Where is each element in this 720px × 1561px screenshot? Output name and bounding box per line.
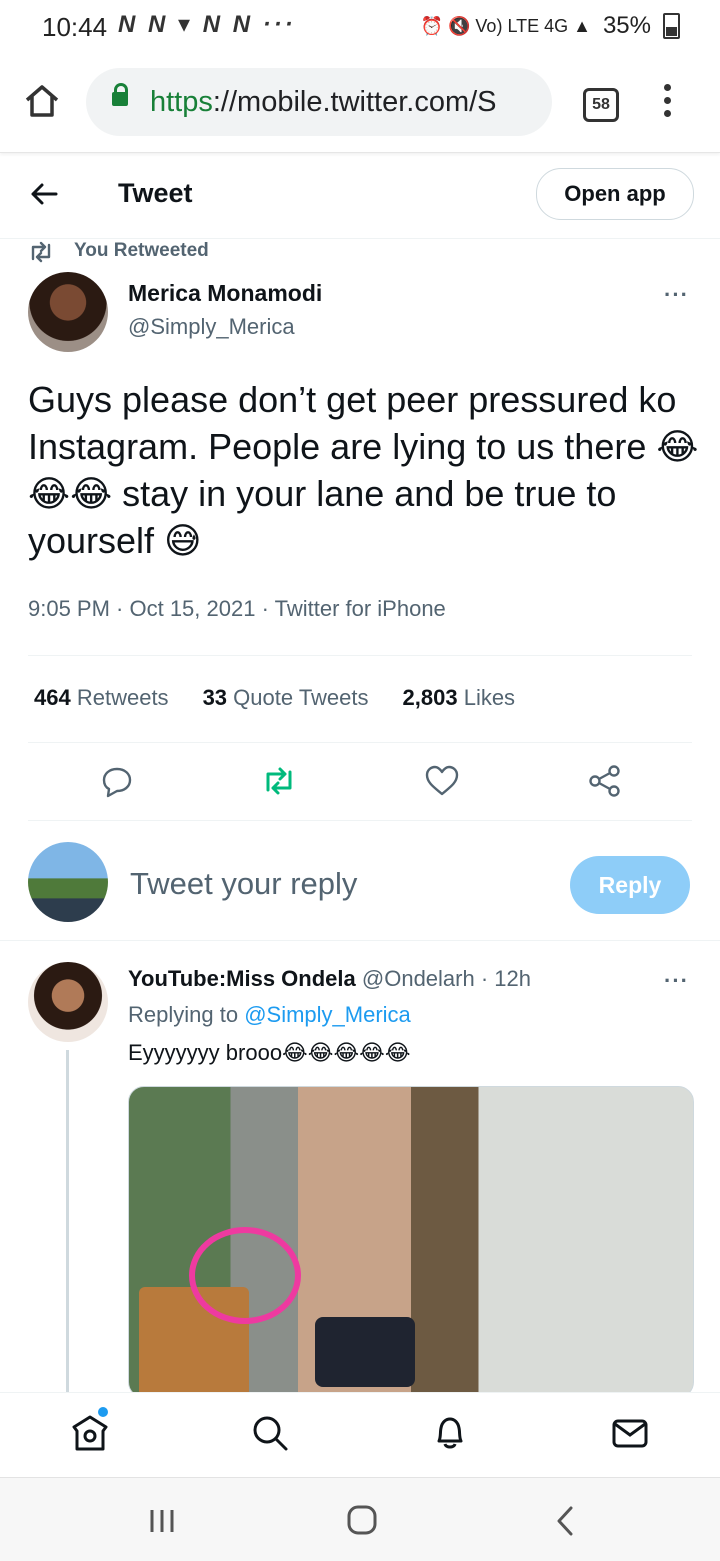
battery-percent: 35% [602,12,651,39]
divider [28,820,692,821]
divider [0,940,720,941]
retweets-stat[interactable]: 464 Retweets [34,685,169,711]
replying-to: Replying to @Simply_Merica [128,1002,411,1028]
reply-text: Eyyyyyyy brooo😂😂😂😂😂 [128,1040,411,1065]
retweets-label: Retweets [76,685,169,710]
recents-icon[interactable] [148,1508,176,1539]
tab-switcher-button[interactable]: 58 [583,88,619,122]
quotes-label: Quote Tweets [233,685,369,710]
status-bar: 10:44 N N ▾ N N ··· ⏰ 🔇 Vo) LTE 4G ▲ 35% [0,0,720,52]
reply-author-handle[interactable]: @Ondelarh [362,966,475,991]
reply-button[interactable]: Reply [570,856,690,914]
browser-menu-icon[interactable] [664,84,674,123]
home-icon[interactable] [24,84,60,123]
browser-toolbar: https://mobile.twitter.com/S 58 [0,52,720,153]
divider [28,655,692,656]
bottom-nav [0,1392,720,1477]
messages-icon[interactable] [610,1413,654,1457]
url-path: ://mobile.twitter.com/S [212,86,497,118]
reply-more-icon[interactable]: ··· [664,968,689,994]
reply-icon[interactable] [101,766,133,803]
battery-icon [663,13,680,39]
home-button-icon[interactable] [347,1505,377,1540]
author-handle[interactable]: @Simply_Merica [128,314,295,340]
home-notification-dot [98,1407,108,1417]
status-time: 10:44 [42,12,108,42]
back-arrow-icon[interactable] [30,182,58,211]
notifications-icon[interactable] [430,1413,474,1457]
thread-line [66,1050,69,1395]
share-icon[interactable] [588,764,622,803]
reply-header: YouTube:Miss Ondela @Ondelarh · 12h [128,966,531,992]
status-system-icons: ⏰ 🔇 Vo) LTE 4G ▲ [420,15,591,36]
replying-prefix: Replying to [128,1002,239,1027]
tweet-text: Guys please don’t get peer pressured ko … [28,379,699,561]
tweet-more-icon[interactable]: ··· [664,282,689,308]
status-notification-icons: N N ▾ N N ··· [118,11,296,38]
system-nav-bar [0,1477,720,1561]
reply-time: · 12h [480,966,532,991]
pink-circle-annotation [189,1227,301,1324]
user-avatar [28,842,108,922]
url-scheme: https [150,86,213,118]
replying-mention-link[interactable]: @Simply_Merica [244,1002,411,1027]
like-icon[interactable] [425,765,459,801]
retweets-count: 464 [34,685,71,710]
retweet-context-icon [28,241,54,268]
reply-author-avatar[interactable] [28,962,108,1042]
reply-media-image[interactable] [128,1086,694,1398]
handbag-shape [315,1317,415,1387]
author-name[interactable]: Merica Monamodi [128,280,322,307]
search-icon[interactable] [250,1413,294,1457]
likes-stat[interactable]: 2,803 Likes [403,685,516,711]
likes-label: Likes [463,685,516,710]
retweet-icon[interactable] [261,766,297,801]
reply-author-name[interactable]: YouTube:Miss Ondela [128,966,356,991]
twitter-header: Tweet Open app [0,152,720,239]
url-text[interactable]: https://mobile.twitter.com/S [150,86,497,119]
author-avatar[interactable] [28,272,108,352]
home-icon[interactable] [70,1413,114,1457]
retweet-context: You Retweeted [74,240,209,261]
open-app-button[interactable]: Open app [536,168,694,220]
url-bar[interactable]: https://mobile.twitter.com/S [86,68,552,136]
quotes-count: 33 [202,685,228,710]
reply-input[interactable]: Tweet your reply [130,866,357,902]
page-title: Tweet [118,178,193,208]
tweet-stats: 464 Retweets 33 Quote Tweets 2,803 Likes [34,685,515,711]
likes-count: 2,803 [402,685,458,710]
divider [28,742,692,743]
tweet-timestamp[interactable]: 9:05 PM · Oct 15, 2021 · Twitter for iPh… [28,596,446,622]
lock-icon [112,83,128,106]
status-right-icons: ⏰ 🔇 Vo) LTE 4G ▲ 35% [421,12,680,40]
quotes-stat[interactable]: 33 Quote Tweets [203,685,369,711]
back-button-icon[interactable] [555,1506,575,1541]
